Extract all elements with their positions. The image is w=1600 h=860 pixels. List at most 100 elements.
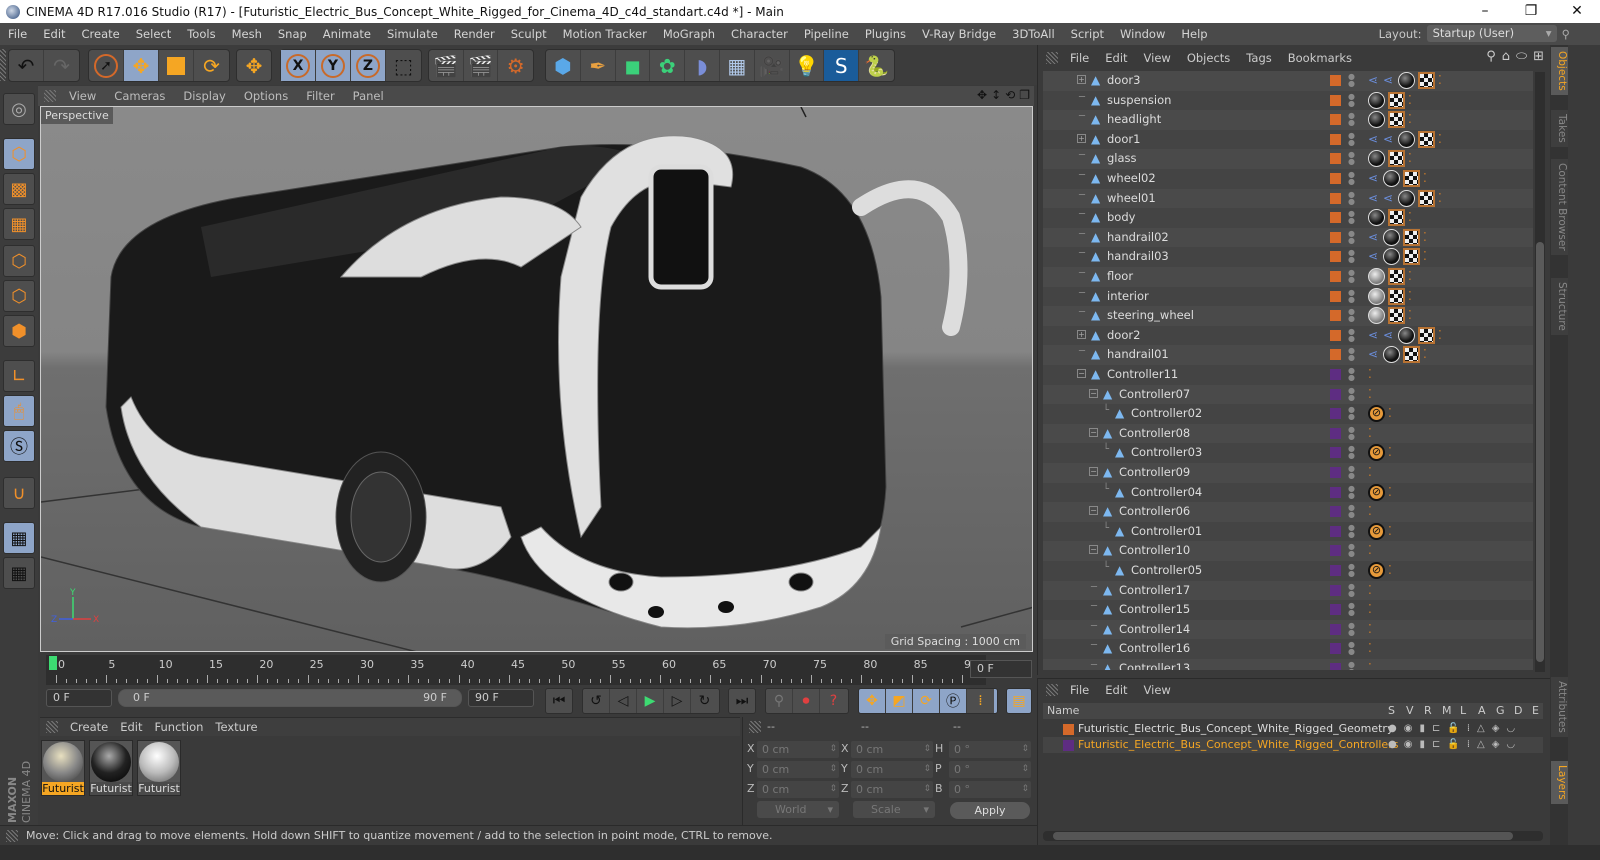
layer-menu-file[interactable]: File <box>1062 683 1097 697</box>
autokey-icon[interactable]: ? <box>820 689 847 713</box>
object-row[interactable]: ─ ▲ handrail01 ● ● ⋖ ⁚ <box>1043 345 1533 365</box>
object-row[interactable]: − ▲ Controller09 ● ● ⁚ <box>1043 463 1533 483</box>
object-name[interactable]: wheel01 <box>1107 191 1156 205</box>
layer-color-swatch[interactable] <box>1330 388 1341 400</box>
layer-color-swatch[interactable] <box>1330 427 1341 439</box>
menu-v-ray-bridge[interactable]: V-Ray Bridge <box>914 27 1004 41</box>
ik-tag-icon[interactable]: ⁚ <box>1368 582 1384 599</box>
layer-color-swatch[interactable] <box>1330 329 1341 341</box>
ik-tag-icon[interactable]: ⁚ <box>1408 268 1424 285</box>
animation-toggle-icon[interactable]: ⁞ <box>1467 721 1470 737</box>
object-row[interactable]: ─ ▲ steering_wheel ● ● ⁚ <box>1043 306 1533 326</box>
object-row[interactable]: └ ▲ Controller04 ● ● ⊘ ⁚ <box>1043 482 1533 503</box>
object-name[interactable]: door1 <box>1107 132 1140 146</box>
generators-toggle-icon[interactable]: △ <box>1477 721 1485 737</box>
cube-icon[interactable]: ⬢ <box>546 50 581 81</box>
search-icon[interactable]: ⚲ <box>1486 49 1496 64</box>
floor-icon[interactable]: ▦ <box>720 50 755 81</box>
timeline-ruler[interactable]: 051015202530354045505560657075808590 <box>46 655 986 685</box>
scrollbar-thumb[interactable] <box>1053 832 1513 840</box>
layer-name[interactable]: Futuristic_Electric_Bus_Concept_White_Ri… <box>1078 738 1398 751</box>
solo-mode-icon[interactable]: Ⓢ <box>3 430 35 462</box>
visibility-dots[interactable]: ●● <box>1348 484 1355 499</box>
ik-tag-icon[interactable]: ⁚ <box>1368 464 1384 481</box>
layer-column-header[interactable]: S <box>1388 704 1395 717</box>
menu-mograph[interactable]: MoGraph <box>655 27 723 41</box>
planar-workplane-icon[interactable]: ▦ <box>3 557 35 589</box>
layer-column-header[interactable]: E <box>1532 704 1539 717</box>
menu-character[interactable]: Character <box>723 27 796 41</box>
layer-color-swatch[interactable] <box>1330 604 1341 616</box>
ik-tag-icon[interactable]: ⁚ <box>1438 72 1454 89</box>
coordinates-grip[interactable] <box>749 721 761 733</box>
coord-value-field[interactable]: 0 cm <box>757 761 839 778</box>
viewport-camera-label[interactable]: Perspective <box>41 107 113 124</box>
render-toggle-icon[interactable]: ▮ <box>1419 721 1425 737</box>
model-mode-icon[interactable]: ⬡ <box>3 138 35 170</box>
uvw-tag-icon[interactable] <box>1403 228 1420 246</box>
viewport-orbit-icon[interactable]: ⟲ <box>1005 88 1015 102</box>
layer-color-swatch[interactable] <box>1063 724 1074 735</box>
uvw-tag-icon[interactable] <box>1388 307 1405 325</box>
object-name[interactable]: Controller14 <box>1119 622 1190 636</box>
make-editable-icon[interactable]: ◎ <box>3 93 35 125</box>
record-active-icon[interactable]: ⏺ <box>793 689 820 713</box>
visibility-dots[interactable]: ●● <box>1348 269 1355 284</box>
expand-icon[interactable]: + <box>1077 133 1086 143</box>
coord-value-field[interactable]: 0 ° <box>949 781 1031 798</box>
pen-icon[interactable]: ✒ <box>581 50 616 81</box>
layer-color-swatch[interactable] <box>1330 545 1341 557</box>
object-row[interactable]: ─ ▲ interior ● ● ⁚ <box>1043 286 1533 307</box>
coord-value-field[interactable]: 0 ° <box>949 761 1031 778</box>
collapse-icon[interactable]: − <box>1089 467 1098 476</box>
layer-color-swatch[interactable] <box>1330 623 1341 635</box>
ik-tag-icon[interactable]: ⁚ <box>1423 170 1439 187</box>
home-icon[interactable]: ⌂ <box>1502 49 1510 64</box>
ik-tag-icon[interactable]: ⁚ <box>1368 640 1384 657</box>
visibility-dots[interactable]: ●● <box>1348 582 1355 597</box>
polygons-mode-icon[interactable]: ⬢ <box>3 315 35 347</box>
menu-create[interactable]: Create <box>74 27 128 41</box>
frame-range-slider[interactable]: 0 F 90 F <box>118 689 462 707</box>
layer-color-swatch[interactable] <box>1330 565 1341 576</box>
layer-column-header[interactable]: Name <box>1047 704 1079 717</box>
selection-tag-icon[interactable]: ⋖ <box>1368 229 1380 246</box>
protection-tag-icon[interactable]: ⊘ <box>1368 483 1385 501</box>
material-tag-icon[interactable] <box>1368 268 1385 285</box>
render-picture-viewer-icon[interactable]: 🎬 <box>464 50 499 81</box>
selection-tag-icon[interactable]: ⋖ <box>1368 131 1380 148</box>
object-name[interactable]: Controller10 <box>1119 543 1190 557</box>
object-row[interactable]: ─ ▲ headlight ● ● ⁚ <box>1043 110 1533 130</box>
side-tab-objects[interactable]: Objects <box>1551 47 1568 95</box>
bend-deformer-icon[interactable]: ◗ <box>685 50 720 81</box>
object-name[interactable]: headlight <box>1107 112 1161 126</box>
uvw-tag-icon[interactable] <box>1388 268 1405 285</box>
locked-workplane-icon[interactable]: ▦ <box>3 522 35 554</box>
expand-icon[interactable]: + <box>1077 329 1086 339</box>
layer-color-swatch[interactable] <box>1330 94 1341 106</box>
selection-tag-icon[interactable]: ⋖ <box>1368 170 1380 187</box>
ik-tag-icon[interactable]: ⁚ <box>1388 405 1404 422</box>
expand-icon[interactable]: + <box>1077 75 1086 84</box>
visibility-dots[interactable]: ●● <box>1348 229 1355 244</box>
object-row[interactable]: ─ ▲ Controller15 ● ● ⁚ <box>1043 600 1533 620</box>
uvw-tag-icon[interactable] <box>1403 170 1420 187</box>
menu-file[interactable]: File <box>0 27 35 41</box>
python-icon[interactable]: 🐍 <box>859 50 894 81</box>
minimize-button[interactable]: – <box>1462 0 1508 23</box>
layer-column-header[interactable]: L <box>1460 704 1466 717</box>
material-tag-icon[interactable] <box>1383 346 1400 364</box>
layer-color-swatch[interactable] <box>1330 271 1341 282</box>
y-axis-icon[interactable]: Y <box>316 50 351 81</box>
ik-tag-icon[interactable]: ⁚ <box>1438 190 1454 207</box>
uvw-tag-icon[interactable] <box>1418 326 1435 344</box>
selection-tag-icon[interactable]: ⋖ <box>1368 346 1380 363</box>
visibility-dots[interactable]: ●● <box>1348 406 1355 421</box>
material-swatch[interactable]: Futurist <box>137 740 181 796</box>
material-tag-icon[interactable] <box>1398 130 1415 148</box>
axis-mode-icon[interactable]: ∟ <box>3 360 35 392</box>
viewport-pan-icon[interactable]: ✥ <box>977 88 987 102</box>
viewport-menu-panel[interactable]: Panel <box>344 89 393 103</box>
uvw-tag-icon[interactable] <box>1418 189 1435 207</box>
object-name[interactable]: Controller13 <box>1119 661 1190 670</box>
